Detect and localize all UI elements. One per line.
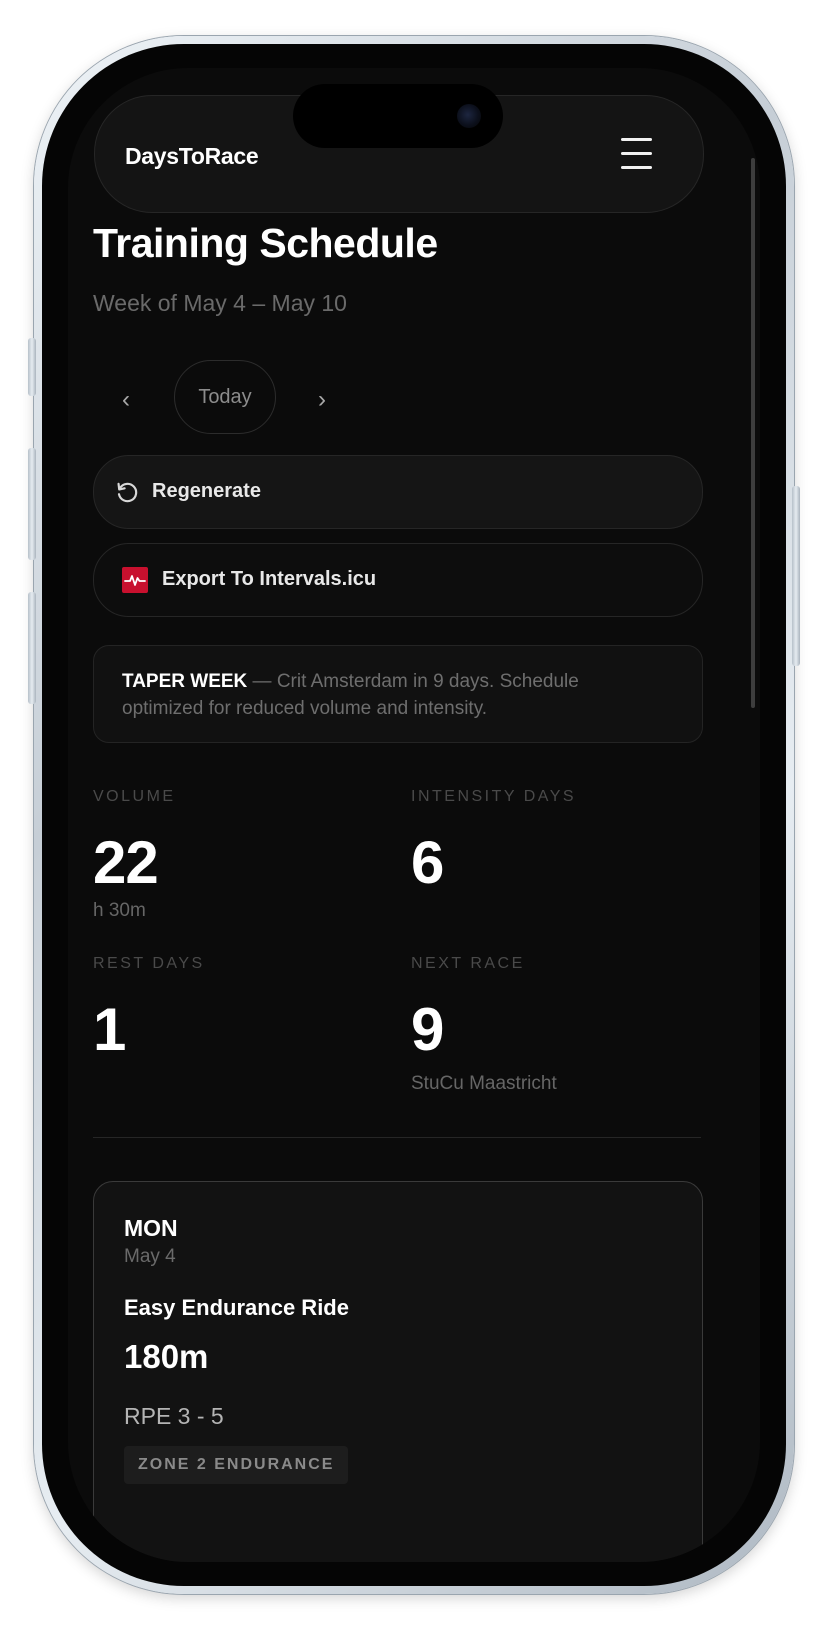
volume-up-button bbox=[28, 448, 36, 560]
workout-duration: 180m bbox=[124, 1338, 209, 1375]
hamburger-menu-icon[interactable] bbox=[617, 136, 657, 172]
today-button[interactable]: Today bbox=[174, 360, 276, 434]
export-intervals-button[interactable]: Export To Intervals.icu bbox=[93, 543, 703, 617]
taper-week-notice: TAPER WEEK — Crit Amsterdam in 9 days. S… bbox=[93, 645, 703, 743]
workout-rpe: RPE 3 - 5 bbox=[124, 1403, 224, 1429]
next-week-button[interactable]: › bbox=[302, 380, 342, 420]
refresh-icon bbox=[117, 482, 138, 503]
app-content: DaysToRace Training Schedule Week of May… bbox=[68, 68, 760, 1562]
page-title: Training Schedule bbox=[93, 220, 438, 266]
front-camera bbox=[457, 104, 481, 128]
intervals-icu-icon bbox=[122, 567, 148, 593]
workout-title: Easy Endurance Ride bbox=[124, 1295, 349, 1320]
scrollbar[interactable] bbox=[751, 158, 755, 708]
rest-days-value: 1 bbox=[93, 996, 126, 1063]
screen: DaysToRace Training Schedule Week of May… bbox=[68, 68, 760, 1562]
next-race-value: 9 bbox=[411, 996, 444, 1063]
next-race-name: StuCu Maastricht bbox=[411, 1073, 557, 1094]
notice-strong: TAPER WEEK bbox=[122, 671, 248, 692]
zone-tag: ZONE 2 ENDURANCE bbox=[124, 1446, 349, 1484]
day-date: May 4 bbox=[124, 1246, 176, 1267]
dynamic-island bbox=[293, 84, 503, 148]
prev-week-button[interactable]: ‹ bbox=[106, 380, 146, 420]
intensity-days-value: 6 bbox=[411, 829, 444, 896]
volume-unit: h 30m bbox=[93, 900, 146, 921]
rest-days-label: REST DAYS bbox=[93, 955, 205, 972]
day-card-mon[interactable]: MON May 4 Easy Endurance Ride 180m RPE 3… bbox=[93, 1181, 703, 1562]
export-label: Export To Intervals.icu bbox=[162, 568, 377, 590]
week-range: Week of May 4 – May 10 bbox=[93, 290, 347, 316]
volume-down-button bbox=[28, 592, 36, 704]
intensity-days-label: INTENSITY DAYS bbox=[411, 788, 577, 805]
day-name: MON bbox=[124, 1215, 178, 1241]
volume-value: 22 bbox=[93, 829, 159, 896]
volume-label: VOLUME bbox=[93, 788, 176, 805]
notice-text: TAPER WEEK — Crit Amsterdam in 9 days. S… bbox=[122, 668, 662, 722]
power-button bbox=[792, 486, 800, 666]
regenerate-button[interactable]: Regenerate bbox=[93, 455, 703, 529]
brand-logo[interactable]: DaysToRace bbox=[125, 143, 259, 170]
divider bbox=[93, 1137, 701, 1138]
action-button bbox=[28, 338, 36, 396]
regenerate-label: Regenerate bbox=[152, 480, 261, 502]
next-race-label: NEXT RACE bbox=[411, 955, 525, 972]
